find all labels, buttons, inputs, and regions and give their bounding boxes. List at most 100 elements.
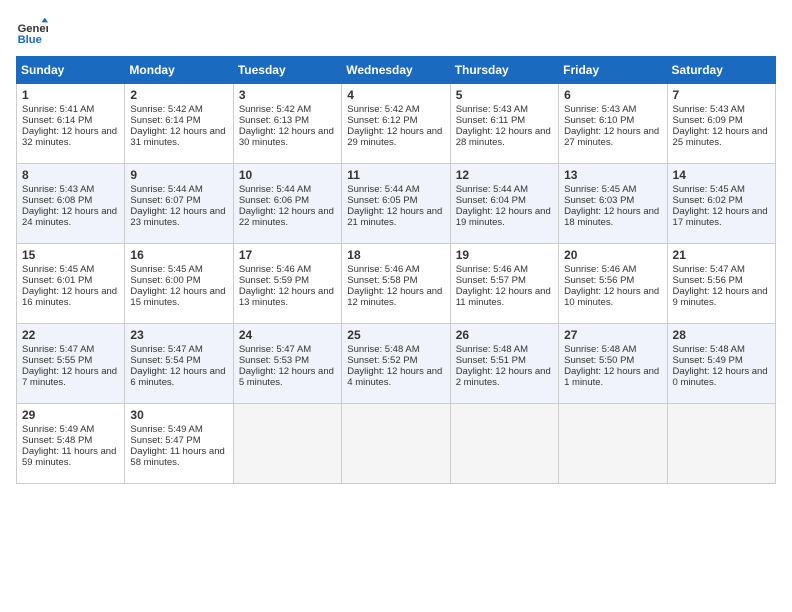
sunrise-label: Sunrise: 5:44 AM bbox=[347, 184, 419, 195]
sunrise-label: Sunrise: 5:47 AM bbox=[239, 344, 311, 355]
table-row: 12Sunrise: 5:44 AMSunset: 6:04 PMDayligh… bbox=[450, 164, 558, 244]
day-number: 3 bbox=[239, 88, 336, 102]
daylight-label: Daylight: 12 hours and 6 minutes. bbox=[130, 366, 225, 388]
sunrise-label: Sunrise: 5:46 AM bbox=[347, 264, 419, 275]
day-number: 29 bbox=[22, 408, 119, 422]
sunset-label: Sunset: 5:56 PM bbox=[673, 275, 743, 286]
daylight-label: Daylight: 12 hours and 4 minutes. bbox=[347, 366, 442, 388]
day-number: 23 bbox=[130, 328, 227, 342]
sunrise-label: Sunrise: 5:44 AM bbox=[456, 184, 528, 195]
sunrise-label: Sunrise: 5:49 AM bbox=[130, 424, 202, 435]
sunrise-label: Sunrise: 5:45 AM bbox=[130, 264, 202, 275]
col-header-friday: Friday bbox=[559, 57, 667, 84]
table-row bbox=[450, 404, 558, 484]
day-number: 10 bbox=[239, 168, 336, 182]
sunrise-label: Sunrise: 5:44 AM bbox=[130, 184, 202, 195]
daylight-label: Daylight: 12 hours and 11 minutes. bbox=[456, 286, 551, 308]
daylight-label: Daylight: 12 hours and 21 minutes. bbox=[347, 206, 442, 228]
table-row: 24 Sunrise: 5:47 AMSunset: 5:53 PMDayligh… bbox=[233, 324, 341, 404]
sunset-label: Sunset: 6:12 PM bbox=[347, 115, 417, 126]
table-row: 3Sunrise: 5:42 AMSunset: 6:13 PMDaylight… bbox=[233, 84, 341, 164]
sunset-label: Sunset: 6:14 PM bbox=[130, 115, 200, 126]
sunrise-label: Sunrise: 5:45 AM bbox=[22, 264, 94, 275]
day-number: 26 bbox=[456, 328, 553, 342]
daylight-label: Daylight: 12 hours and 13 minutes. bbox=[239, 286, 334, 308]
daylight-label: Daylight: 12 hours and 7 minutes. bbox=[22, 366, 117, 388]
daylight-label: Daylight: 12 hours and 28 minutes. bbox=[456, 126, 551, 148]
table-row bbox=[559, 404, 667, 484]
sunrise-label: Sunrise: 5:45 AM bbox=[564, 184, 636, 195]
day-number: 16 bbox=[130, 248, 227, 262]
daylight-label: Daylight: 12 hours and 32 minutes. bbox=[22, 126, 117, 148]
sunset-label: Sunset: 5:53 PM bbox=[239, 355, 309, 366]
calendar-table: SundayMondayTuesdayWednesdayThursdayFrid… bbox=[16, 56, 776, 484]
day-number: 14 bbox=[673, 168, 770, 182]
day-number: 4 bbox=[347, 88, 444, 102]
table-row: 20Sunrise: 5:46 AMSunset: 5:56 PMDayligh… bbox=[559, 244, 667, 324]
sunset-label: Sunset: 6:13 PM bbox=[239, 115, 309, 126]
sunset-label: Sunset: 6:07 PM bbox=[130, 195, 200, 206]
sunrise-label: Sunrise: 5:42 AM bbox=[239, 104, 311, 115]
daylight-label: Daylight: 12 hours and 27 minutes. bbox=[564, 126, 659, 148]
sunrise-label: Sunrise: 5:43 AM bbox=[456, 104, 528, 115]
table-row: 17Sunrise: 5:46 AMSunset: 5:59 PMDayligh… bbox=[233, 244, 341, 324]
table-row: 21Sunrise: 5:47 AMSunset: 5:56 PMDayligh… bbox=[667, 244, 775, 324]
sunrise-label: Sunrise: 5:47 AM bbox=[22, 344, 94, 355]
day-number: 20 bbox=[564, 248, 661, 262]
daylight-label: Daylight: 12 hours and 16 minutes. bbox=[22, 286, 117, 308]
table-row: 30Sunrise: 5:49 AMSunset: 5:47 PMDayligh… bbox=[125, 404, 233, 484]
day-number: 17 bbox=[239, 248, 336, 262]
sunset-label: Sunset: 5:57 PM bbox=[456, 275, 526, 286]
sunset-label: Sunset: 6:06 PM bbox=[239, 195, 309, 206]
daylight-label: Daylight: 12 hours and 9 minutes. bbox=[673, 286, 768, 308]
table-row: 16Sunrise: 5:45 AMSunset: 6:00 PMDayligh… bbox=[125, 244, 233, 324]
daylight-label: Daylight: 12 hours and 5 minutes. bbox=[239, 366, 334, 388]
sunset-label: Sunset: 5:56 PM bbox=[564, 275, 634, 286]
sunrise-label: Sunrise: 5:46 AM bbox=[564, 264, 636, 275]
table-row: 18Sunrise: 5:46 AMSunset: 5:58 PMDayligh… bbox=[342, 244, 450, 324]
daylight-label: Daylight: 12 hours and 0 minutes. bbox=[673, 366, 768, 388]
sunrise-label: Sunrise: 5:41 AM bbox=[22, 104, 94, 115]
logo-icon: General Blue bbox=[16, 16, 48, 48]
sunrise-label: Sunrise: 5:43 AM bbox=[564, 104, 636, 115]
table-row: 13Sunrise: 5:45 AMSunset: 6:03 PMDayligh… bbox=[559, 164, 667, 244]
day-number: 19 bbox=[456, 248, 553, 262]
day-number: 30 bbox=[130, 408, 227, 422]
col-header-sunday: Sunday bbox=[17, 57, 125, 84]
sunrise-label: Sunrise: 5:48 AM bbox=[564, 344, 636, 355]
table-row bbox=[233, 404, 341, 484]
sunset-label: Sunset: 6:00 PM bbox=[130, 275, 200, 286]
sunrise-label: Sunrise: 5:49 AM bbox=[22, 424, 94, 435]
sunset-label: Sunset: 5:48 PM bbox=[22, 435, 92, 446]
table-row: 11Sunrise: 5:44 AMSunset: 6:05 PMDayligh… bbox=[342, 164, 450, 244]
table-row: 9Sunrise: 5:44 AMSunset: 6:07 PMDaylight… bbox=[125, 164, 233, 244]
daylight-label: Daylight: 12 hours and 23 minutes. bbox=[130, 206, 225, 228]
day-number: 24 bbox=[239, 328, 336, 342]
table-row: 4Sunrise: 5:42 AMSunset: 6:12 PMDaylight… bbox=[342, 84, 450, 164]
sunset-label: Sunset: 6:03 PM bbox=[564, 195, 634, 206]
sunrise-label: Sunrise: 5:45 AM bbox=[673, 184, 745, 195]
day-number: 21 bbox=[673, 248, 770, 262]
sunset-label: Sunset: 5:47 PM bbox=[130, 435, 200, 446]
svg-text:Blue: Blue bbox=[18, 34, 42, 46]
sunrise-label: Sunrise: 5:46 AM bbox=[456, 264, 528, 275]
sunset-label: Sunset: 6:09 PM bbox=[673, 115, 743, 126]
col-header-monday: Monday bbox=[125, 57, 233, 84]
day-number: 13 bbox=[564, 168, 661, 182]
col-header-thursday: Thursday bbox=[450, 57, 558, 84]
col-header-saturday: Saturday bbox=[667, 57, 775, 84]
table-row: 7Sunrise: 5:43 AMSunset: 6:09 PMDaylight… bbox=[667, 84, 775, 164]
day-number: 2 bbox=[130, 88, 227, 102]
table-row: 27Sunrise: 5:48 AMSunset: 5:50 PMDayligh… bbox=[559, 324, 667, 404]
sunset-label: Sunset: 6:08 PM bbox=[22, 195, 92, 206]
day-number: 28 bbox=[673, 328, 770, 342]
sunrise-label: Sunrise: 5:46 AM bbox=[239, 264, 311, 275]
day-number: 25 bbox=[347, 328, 444, 342]
sunrise-label: Sunrise: 5:43 AM bbox=[22, 184, 94, 195]
svg-text:General: General bbox=[18, 23, 48, 35]
day-number: 18 bbox=[347, 248, 444, 262]
day-number: 5 bbox=[456, 88, 553, 102]
table-row bbox=[667, 404, 775, 484]
sunset-label: Sunset: 5:51 PM bbox=[456, 355, 526, 366]
table-row: 25Sunrise: 5:48 AMSunset: 5:52 PMDayligh… bbox=[342, 324, 450, 404]
